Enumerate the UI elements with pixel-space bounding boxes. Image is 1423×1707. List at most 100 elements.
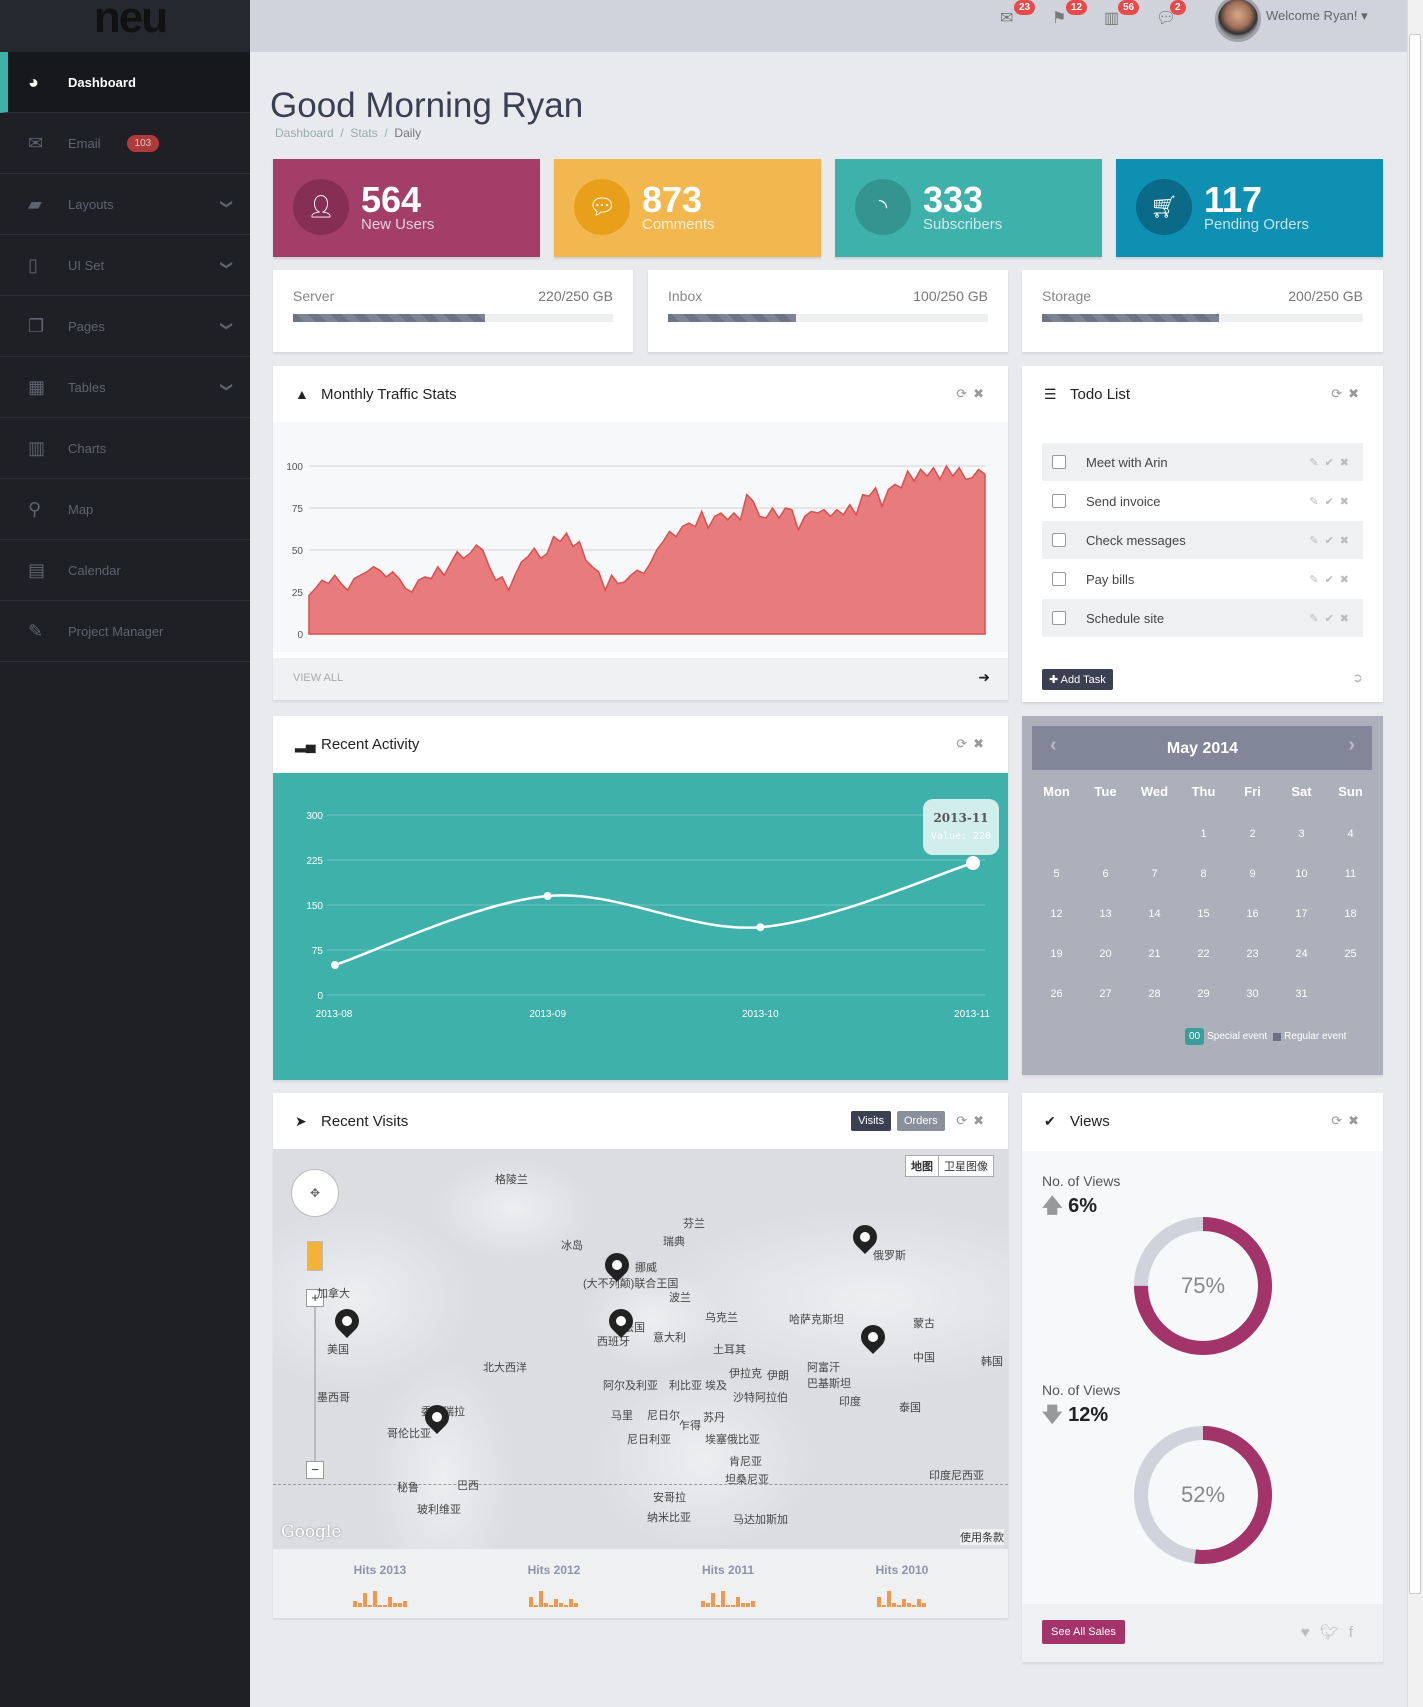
todo-checkbox[interactable] bbox=[1052, 455, 1066, 469]
stat-tile-subscribers[interactable]: ◝ 333 Subscribers bbox=[835, 159, 1102, 257]
calendar-day[interactable]: 19 bbox=[1032, 948, 1081, 960]
street-view-pegman[interactable] bbox=[307, 1241, 323, 1271]
zoom-out-button[interactable]: − bbox=[306, 1461, 324, 1479]
pencil-icon[interactable]: ✎ bbox=[1309, 535, 1324, 547]
delete-icon[interactable]: ✖ bbox=[1340, 613, 1355, 625]
data-point[interactable] bbox=[756, 923, 765, 932]
calendar-day[interactable]: 11 bbox=[1326, 868, 1375, 880]
sidebar-item-charts[interactable]: ▥ Charts bbox=[0, 418, 250, 479]
todo-checkbox[interactable] bbox=[1052, 611, 1066, 625]
calendar-day[interactable]: 16 bbox=[1228, 908, 1277, 920]
check-icon[interactable]: ✔ bbox=[1325, 535, 1340, 547]
calendar-day[interactable]: 22 bbox=[1179, 948, 1228, 960]
calendar-day[interactable]: 9 bbox=[1228, 868, 1277, 880]
calendar-day[interactable]: 24 bbox=[1277, 948, 1326, 960]
zoom-slider[interactable] bbox=[314, 1307, 316, 1467]
calendar-day[interactable]: 4 bbox=[1326, 828, 1375, 840]
calendar-day[interactable]: 3 bbox=[1277, 828, 1326, 840]
notification-envelope[interactable]: ✉ 23 bbox=[1000, 0, 1036, 28]
close-icon[interactable]: ✖ bbox=[973, 736, 990, 751]
delete-icon[interactable]: ✖ bbox=[1340, 457, 1355, 469]
delete-icon[interactable]: ✖ bbox=[1340, 574, 1355, 586]
see-all-sales-button[interactable]: See All Sales bbox=[1042, 1620, 1125, 1644]
todo-checkbox[interactable] bbox=[1052, 533, 1066, 547]
pencil-icon[interactable]: ✎ bbox=[1309, 457, 1324, 469]
orders-tab[interactable]: Orders bbox=[897, 1111, 945, 1131]
breadcrumb-dashboard[interactable]: Dashboard bbox=[275, 126, 334, 140]
calendar-day[interactable]: 25 bbox=[1326, 948, 1375, 960]
calendar-day[interactable]: 12 bbox=[1032, 908, 1081, 920]
calendar-day[interactable]: 5 bbox=[1032, 868, 1081, 880]
sidebar-item-tables[interactable]: ▦ Tables ❯ bbox=[0, 357, 250, 418]
notification-flag[interactable]: ⚑ 12 bbox=[1052, 0, 1088, 28]
calendar-day[interactable]: 21 bbox=[1130, 948, 1179, 960]
sidebar-item-map[interactable]: ⚲ Map bbox=[0, 479, 250, 540]
todo-checkbox[interactable] bbox=[1052, 494, 1066, 508]
view-all-link[interactable]: VIEW ALL bbox=[293, 672, 343, 684]
world-map[interactable]: ✥ + − 地图 卫星图像 Google 使用条款 格陵兰 冰岛 芬兰 瑞典 挪威 (大不… bbox=[273, 1149, 1008, 1549]
add-task-button[interactable]: ✚ Add Task bbox=[1042, 669, 1113, 690]
calendar-day[interactable]: 8 bbox=[1179, 868, 1228, 880]
calendar-day[interactable]: 23 bbox=[1228, 948, 1277, 960]
visits-tab[interactable]: Visits bbox=[851, 1111, 892, 1131]
data-point[interactable] bbox=[331, 961, 339, 969]
pan-control[interactable]: ✥ bbox=[291, 1169, 339, 1217]
calendar-day[interactable]: 30 bbox=[1228, 988, 1277, 1000]
sidebar-item-pages[interactable]: ❐ Pages ❯ bbox=[0, 296, 250, 357]
close-icon[interactable]: ✖ bbox=[973, 386, 990, 401]
stat-tile-comments[interactable]: 💬︎ 873 Comments bbox=[554, 159, 821, 257]
heart-icon[interactable]: ♥ bbox=[1301, 1624, 1320, 1641]
pencil-icon[interactable]: ✎ bbox=[1309, 613, 1324, 625]
circle-arrow-icon[interactable]: ➲ bbox=[1352, 670, 1363, 686]
calendar-day[interactable]: 14 bbox=[1130, 908, 1179, 920]
sidebar-item-layouts[interactable]: ▰ Layouts ❯ bbox=[0, 174, 250, 235]
refresh-icon[interactable]: ⟳ bbox=[1331, 386, 1348, 401]
user-menu[interactable]: Welcome Ryan! ▾ bbox=[1266, 8, 1368, 24]
scrollbar-thumb[interactable] bbox=[1409, 34, 1421, 1594]
breadcrumb-stats[interactable]: Stats bbox=[350, 126, 377, 140]
calendar-day[interactable]: 31 bbox=[1277, 988, 1326, 1000]
calendar-day[interactable]: 29 bbox=[1179, 988, 1228, 1000]
calendar-day[interactable]: 18 bbox=[1326, 908, 1375, 920]
facebook-icon[interactable]: f bbox=[1349, 1624, 1363, 1641]
delete-icon[interactable]: ✖ bbox=[1340, 496, 1355, 508]
calendar-day[interactable]: 17 bbox=[1277, 908, 1326, 920]
close-icon[interactable]: ✖ bbox=[1348, 386, 1365, 401]
pencil-icon[interactable]: ✎ bbox=[1309, 496, 1324, 508]
sidebar-item-calendar[interactable]: ▤ Calendar bbox=[0, 540, 250, 601]
check-icon[interactable]: ✔ bbox=[1325, 613, 1340, 625]
refresh-icon[interactable]: ⟳ bbox=[956, 386, 973, 401]
stat-tile-new-users[interactable]: 👤︎ 564 New Users bbox=[273, 159, 540, 257]
sidebar-item-project-manager[interactable]: ✎ Project Manager bbox=[0, 601, 250, 662]
map-terms-link[interactable]: 使用条款 bbox=[960, 1529, 1004, 1545]
refresh-icon[interactable]: ⟳ bbox=[1331, 1113, 1348, 1128]
close-icon[interactable]: ✖ bbox=[1348, 1113, 1365, 1128]
pencil-icon[interactable]: ✎ bbox=[1309, 574, 1324, 586]
calendar-day[interactable]: 7 bbox=[1130, 868, 1179, 880]
calendar-day[interactable]: 27 bbox=[1081, 988, 1130, 1000]
map-type-map[interactable]: 地图 bbox=[906, 1156, 939, 1176]
todo-checkbox[interactable] bbox=[1052, 572, 1066, 586]
sidebar-item-email[interactable]: ✉ Email 103 bbox=[0, 113, 250, 174]
notification-comment[interactable]: 💬︎ 2 bbox=[1156, 0, 1186, 28]
stat-tile-pending-orders[interactable]: 🛒︎ 117 Pending Orders bbox=[1116, 159, 1383, 257]
data-point[interactable] bbox=[543, 892, 552, 900]
next-month-button[interactable]: › bbox=[1348, 734, 1355, 757]
calendar-day[interactable]: 6 bbox=[1081, 868, 1130, 880]
calendar-day[interactable]: 10 bbox=[1277, 868, 1326, 880]
calendar-day[interactable]: 28 bbox=[1130, 988, 1179, 1000]
calendar-day[interactable]: 13 bbox=[1081, 908, 1130, 920]
calendar-day[interactable]: 20 bbox=[1081, 948, 1130, 960]
notification-bar-chart[interactable]: ▥ 56 bbox=[1104, 0, 1140, 28]
delete-icon[interactable]: ✖ bbox=[1340, 535, 1355, 547]
twitter-icon[interactable]: 🐦︎ bbox=[1320, 1624, 1349, 1641]
arrow-circle-right-icon[interactable]: ➜ bbox=[978, 669, 990, 686]
calendar-day[interactable]: 1 bbox=[1179, 828, 1228, 840]
data-point[interactable] bbox=[966, 856, 980, 870]
check-icon[interactable]: ✔ bbox=[1325, 574, 1340, 586]
calendar-day[interactable]: 15 bbox=[1179, 908, 1228, 920]
check-icon[interactable]: ✔ bbox=[1325, 496, 1340, 508]
refresh-icon[interactable]: ⟳ bbox=[956, 736, 973, 751]
calendar-day[interactable]: 26 bbox=[1032, 988, 1081, 1000]
refresh-icon[interactable]: ⟳ bbox=[956, 1113, 973, 1128]
